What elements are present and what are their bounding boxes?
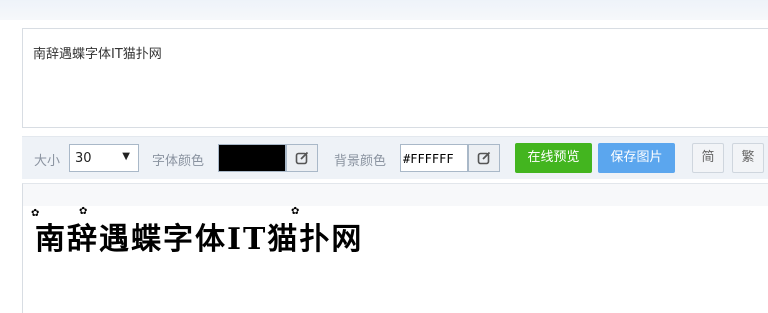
font-color-swatch[interactable] bbox=[218, 144, 286, 172]
top-band bbox=[0, 0, 768, 20]
bg-color-value: #FFFFFF bbox=[403, 152, 454, 166]
caret-down-icon: ▼ bbox=[122, 151, 130, 162]
font-color-label: 字体颜色 bbox=[152, 154, 205, 169]
save-image-button[interactable]: 保存图片 bbox=[598, 143, 675, 173]
traditional-button[interactable]: 繁 bbox=[732, 143, 764, 173]
edit-square-icon bbox=[295, 151, 309, 165]
preview-rendered-text: 南辞遇蝶字体IT猫扑网 bbox=[35, 222, 364, 257]
bg-color-field[interactable]: #FFFFFF bbox=[400, 144, 468, 172]
size-label: 大小 bbox=[34, 154, 61, 169]
text-input[interactable]: 南辞遇蝶字体IT猫扑网 bbox=[22, 28, 768, 128]
font-color-picker-button[interactable] bbox=[286, 144, 318, 172]
toolbar: 大小 30 ▼ 字体颜色 背景颜色 #FFFFFF 在线预览 保存图片 简 繁 bbox=[22, 136, 768, 179]
edit-square-icon bbox=[477, 151, 491, 165]
bg-color-label: 背景颜色 bbox=[334, 154, 387, 169]
preview-stripe bbox=[23, 184, 768, 206]
text-input-value: 南辞遇蝶字体IT猫扑网 bbox=[33, 47, 162, 62]
size-value: 30 bbox=[75, 151, 92, 166]
preview-area: ✿ ✿ ✿ 南辞遇蝶字体IT猫扑网 bbox=[22, 183, 768, 313]
bg-color-picker-button[interactable] bbox=[468, 144, 500, 172]
simplified-button[interactable]: 简 bbox=[692, 143, 724, 173]
size-select[interactable]: 30 ▼ bbox=[69, 144, 139, 172]
preview-button[interactable]: 在线预览 bbox=[515, 143, 592, 173]
